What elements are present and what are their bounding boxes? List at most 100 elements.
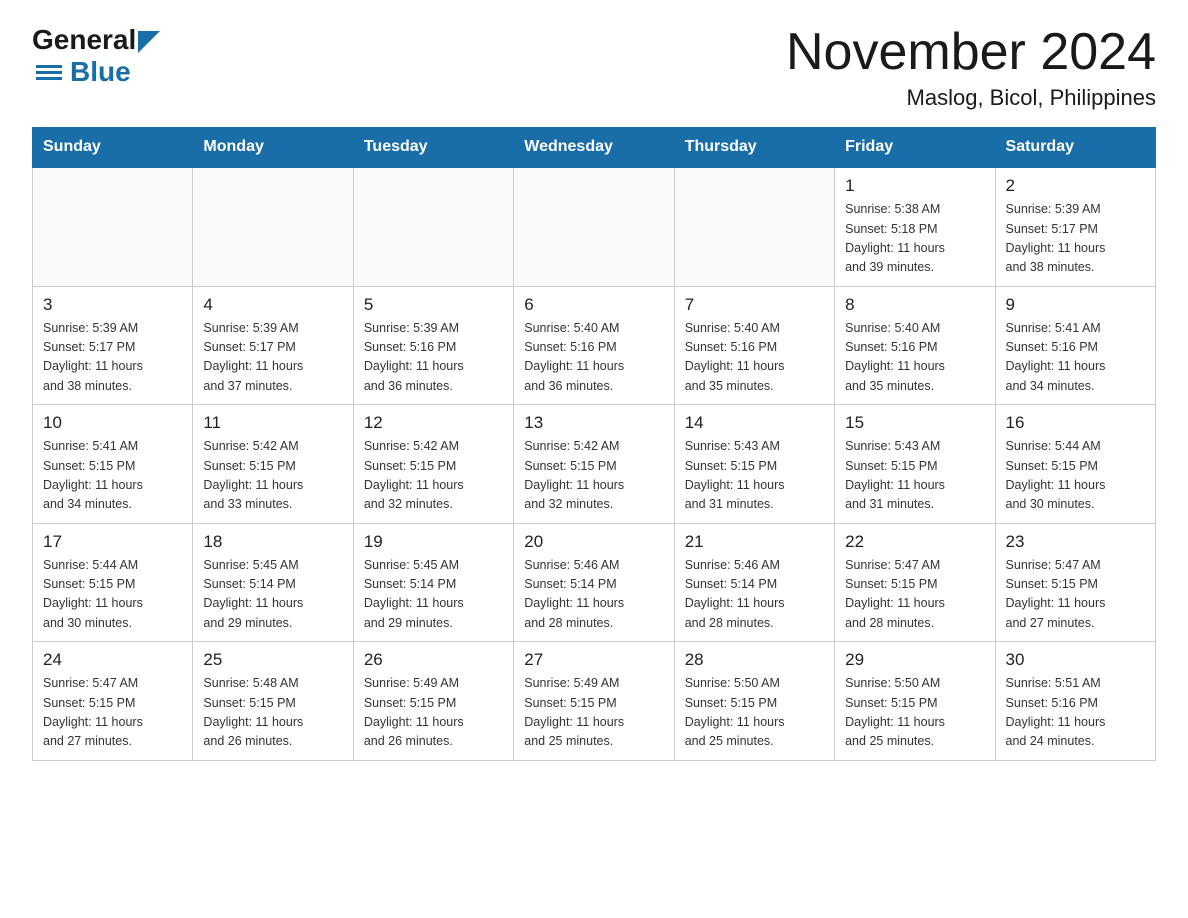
logo-general-text: General <box>32 24 136 56</box>
col-header-saturday: Saturday <box>995 128 1155 168</box>
day-info: Sunrise: 5:43 AM Sunset: 5:15 PM Dayligh… <box>845 437 984 515</box>
col-header-wednesday: Wednesday <box>514 128 674 168</box>
calendar-cell: 21 Sunrise: 5:46 AM Sunset: 5:14 PM Dayli… <box>674 523 834 642</box>
day-info: Sunrise: 5:47 AM Sunset: 5:15 PM Dayligh… <box>1006 556 1145 634</box>
subtitle: Maslog, Bicol, Philippines <box>786 85 1156 111</box>
calendar-cell: 17 Sunrise: 5:44 AM Sunset: 5:15 PM Dayli… <box>33 523 193 642</box>
day-info: Sunrise: 5:45 AM Sunset: 5:14 PM Dayligh… <box>203 556 342 634</box>
col-header-sunday: Sunday <box>33 128 193 168</box>
main-title: November 2024 <box>786 24 1156 81</box>
day-number: 11 <box>203 413 342 433</box>
day-info: Sunrise: 5:44 AM Sunset: 5:15 PM Dayligh… <box>43 556 182 634</box>
logo-line-1 <box>36 65 62 68</box>
calendar-cell <box>193 167 353 286</box>
day-number: 24 <box>43 650 182 670</box>
day-number: 16 <box>1006 413 1145 433</box>
day-info: Sunrise: 5:50 AM Sunset: 5:15 PM Dayligh… <box>685 674 824 752</box>
day-number: 25 <box>203 650 342 670</box>
calendar-cell <box>33 167 193 286</box>
logo-blue-text: Blue <box>70 56 131 88</box>
day-number: 23 <box>1006 532 1145 552</box>
day-number: 19 <box>364 532 503 552</box>
calendar-cell: 2Sunrise: 5:39 AM Sunset: 5:17 PM Daylig… <box>995 167 1155 286</box>
day-number: 18 <box>203 532 342 552</box>
calendar-cell: 25 Sunrise: 5:48 AM Sunset: 5:15 PM Dayli… <box>193 642 353 761</box>
calendar-cell <box>353 167 513 286</box>
calendar-cell <box>674 167 834 286</box>
day-number: 21 <box>685 532 824 552</box>
calendar-cell: 26 Sunrise: 5:49 AM Sunset: 5:15 PM Dayli… <box>353 642 513 761</box>
calendar-week-row: 1 Sunrise: 5:38 AM Sunset: 5:18 PM Daylig… <box>33 167 1156 286</box>
calendar-cell: 11 Sunrise: 5:42 AM Sunset: 5:15 PM Dayli… <box>193 405 353 524</box>
logo-triangle-icon <box>138 31 160 53</box>
col-header-monday: Monday <box>193 128 353 168</box>
day-info: Sunrise: 5:46 AM Sunset: 5:14 PM Dayligh… <box>685 556 824 634</box>
logo-line-2 <box>36 71 62 74</box>
day-info: Sunrise: 5:50 AM Sunset: 5:15 PM Dayligh… <box>845 674 984 752</box>
calendar-cell: 30 Sunrise: 5:51 AM Sunset: 5:16 PM Dayli… <box>995 642 1155 761</box>
day-info: Sunrise: 5:44 AM Sunset: 5:15 PM Dayligh… <box>1006 437 1145 515</box>
day-number: 2 <box>1006 176 1145 196</box>
logo: General Blue <box>32 24 160 88</box>
day-number: 5 <box>364 295 503 315</box>
calendar-cell <box>514 167 674 286</box>
day-info: Sunrise: 5:42 AM Sunset: 5:15 PM Dayligh… <box>203 437 342 515</box>
day-info: Sunrise: 5:48 AM Sunset: 5:15 PM Dayligh… <box>203 674 342 752</box>
day-info: Sunrise: 5:45 AM Sunset: 5:14 PM Dayligh… <box>364 556 503 634</box>
day-info: Sunrise: 5:47 AM Sunset: 5:15 PM Dayligh… <box>845 556 984 634</box>
day-number: 9 <box>1006 295 1145 315</box>
day-info: Sunrise: 5:42 AM Sunset: 5:15 PM Dayligh… <box>524 437 663 515</box>
day-info: Sunrise: 5:40 AM Sunset: 5:16 PM Dayligh… <box>845 319 984 397</box>
calendar-cell: 9 Sunrise: 5:41 AM Sunset: 5:16 PM Daylig… <box>995 286 1155 405</box>
calendar-cell: 3Sunrise: 5:39 AM Sunset: 5:17 PM Daylig… <box>33 286 193 405</box>
day-number: 4 <box>203 295 342 315</box>
day-number: 20 <box>524 532 663 552</box>
calendar-week-row: 17 Sunrise: 5:44 AM Sunset: 5:15 PM Dayli… <box>33 523 1156 642</box>
calendar-cell: 27 Sunrise: 5:49 AM Sunset: 5:15 PM Dayli… <box>514 642 674 761</box>
day-info: Sunrise: 5:39 AM Sunset: 5:17 PM Dayligh… <box>203 319 342 397</box>
day-number: 8 <box>845 295 984 315</box>
calendar-cell: 1 Sunrise: 5:38 AM Sunset: 5:18 PM Daylig… <box>835 167 995 286</box>
calendar-cell: 12 Sunrise: 5:42 AM Sunset: 5:15 PM Dayli… <box>353 405 513 524</box>
col-header-tuesday: Tuesday <box>353 128 513 168</box>
day-info: Sunrise: 5:51 AM Sunset: 5:16 PM Dayligh… <box>1006 674 1145 752</box>
calendar-week-row: 10Sunrise: 5:41 AM Sunset: 5:15 PM Dayli… <box>33 405 1156 524</box>
day-info: Sunrise: 5:49 AM Sunset: 5:15 PM Dayligh… <box>364 674 503 752</box>
day-number: 10 <box>43 413 182 433</box>
day-number: 17 <box>43 532 182 552</box>
day-number: 13 <box>524 413 663 433</box>
day-number: 12 <box>364 413 503 433</box>
calendar-cell: 23 Sunrise: 5:47 AM Sunset: 5:15 PM Dayli… <box>995 523 1155 642</box>
day-info: Sunrise: 5:41 AM Sunset: 5:16 PM Dayligh… <box>1006 319 1145 397</box>
calendar-cell: 24 Sunrise: 5:47 AM Sunset: 5:15 PM Dayli… <box>33 642 193 761</box>
calendar-cell: 15 Sunrise: 5:43 AM Sunset: 5:15 PM Dayli… <box>835 405 995 524</box>
day-number: 22 <box>845 532 984 552</box>
day-number: 27 <box>524 650 663 670</box>
calendar-cell: 19 Sunrise: 5:45 AM Sunset: 5:14 PM Dayli… <box>353 523 513 642</box>
day-info: Sunrise: 5:47 AM Sunset: 5:15 PM Dayligh… <box>43 674 182 752</box>
day-number: 15 <box>845 413 984 433</box>
day-info: Sunrise: 5:39 AM Sunset: 5:16 PM Dayligh… <box>364 319 503 397</box>
day-number: 14 <box>685 413 824 433</box>
day-number: 28 <box>685 650 824 670</box>
calendar-header-row: Sunday Monday Tuesday Wednesday Thursday… <box>33 128 1156 168</box>
day-info: Sunrise: 5:46 AM Sunset: 5:14 PM Dayligh… <box>524 556 663 634</box>
day-number: 30 <box>1006 650 1145 670</box>
day-info: Sunrise: 5:38 AM Sunset: 5:18 PM Dayligh… <box>845 200 984 278</box>
calendar-cell: 28 Sunrise: 5:50 AM Sunset: 5:15 PM Dayli… <box>674 642 834 761</box>
calendar-cell: 22 Sunrise: 5:47 AM Sunset: 5:15 PM Dayli… <box>835 523 995 642</box>
day-number: 1 <box>845 176 984 196</box>
col-header-friday: Friday <box>835 128 995 168</box>
logo-line-3 <box>36 77 62 80</box>
calendar-cell: 20 Sunrise: 5:46 AM Sunset: 5:14 PM Dayli… <box>514 523 674 642</box>
day-info: Sunrise: 5:49 AM Sunset: 5:15 PM Dayligh… <box>524 674 663 752</box>
day-info: Sunrise: 5:40 AM Sunset: 5:16 PM Dayligh… <box>524 319 663 397</box>
day-info: Sunrise: 5:42 AM Sunset: 5:15 PM Dayligh… <box>364 437 503 515</box>
col-header-thursday: Thursday <box>674 128 834 168</box>
calendar-cell: 4 Sunrise: 5:39 AM Sunset: 5:17 PM Daylig… <box>193 286 353 405</box>
day-info: Sunrise: 5:43 AM Sunset: 5:15 PM Dayligh… <box>685 437 824 515</box>
day-number: 26 <box>364 650 503 670</box>
day-info: Sunrise: 5:39 AM Sunset: 5:17 PM Dayligh… <box>43 319 182 397</box>
calendar-cell: 13 Sunrise: 5:42 AM Sunset: 5:15 PM Dayli… <box>514 405 674 524</box>
page-header: General Blue November 2024 Maslog, Bicol… <box>32 24 1156 111</box>
